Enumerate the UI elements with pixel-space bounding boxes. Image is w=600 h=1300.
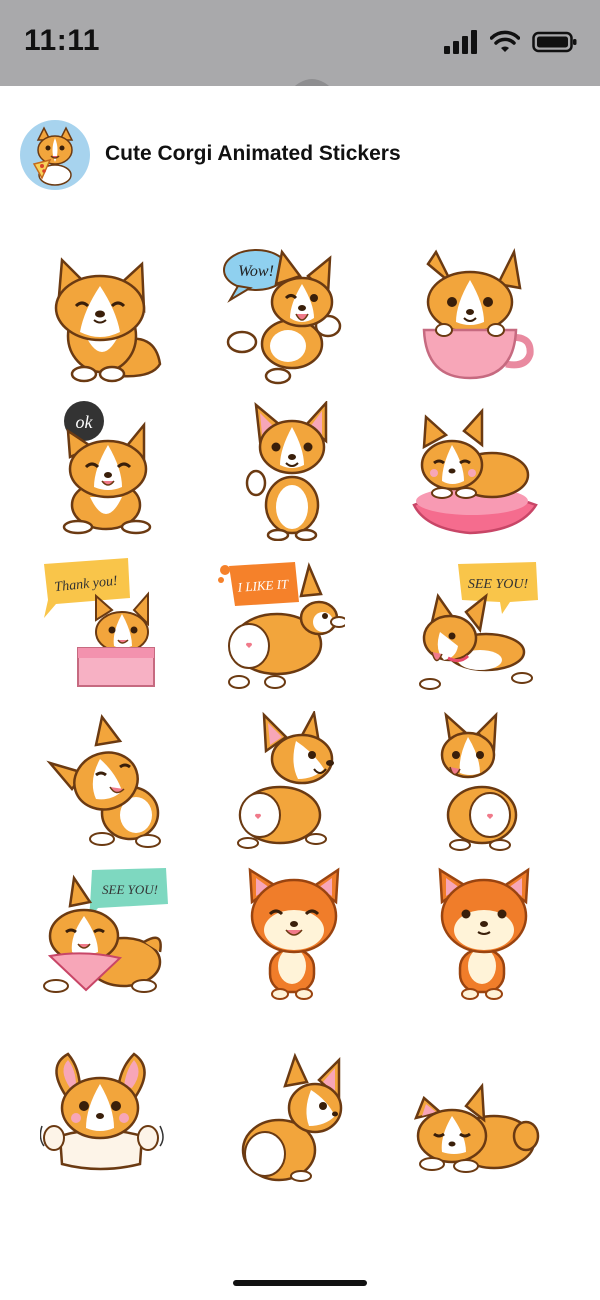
corgi-ok-sticker: ok <box>62 401 152 535</box>
home-indicator <box>233 1280 367 1286</box>
sticker-item[interactable] <box>410 246 540 386</box>
sticker-item[interactable]: Wow! <box>220 246 350 386</box>
sticker-item[interactable] <box>235 1046 365 1186</box>
pack-header: Cute Corgi Animated Stickers <box>0 86 600 221</box>
corgi-on-cushion-sticker <box>412 407 538 535</box>
corgi-pizza-icon <box>32 126 74 186</box>
corgi-sleeping-sticker <box>413 1082 540 1173</box>
sticker-caption: SEE YOU! <box>468 577 529 592</box>
corgi-thank-you-box-sticker: Thank you! <box>44 558 155 687</box>
sticker-item[interactable] <box>410 401 540 541</box>
corgi-in-teacup-sticker <box>422 248 534 380</box>
sticker-caption: ok <box>76 412 94 432</box>
sticker-item[interactable] <box>230 711 360 851</box>
corgi-looking-back-sticker <box>237 711 334 849</box>
pack-icon <box>20 120 90 190</box>
sticker-item[interactable]: Thank you! <box>40 556 170 696</box>
sticker-item[interactable] <box>230 401 360 541</box>
corgi-i-like-it-sticker: I LIKE IT <box>218 562 345 689</box>
battery-icon <box>532 31 577 53</box>
status-time: 11:11 <box>24 24 100 57</box>
corgi-see-you-bandana-sticker: SEE YOU! <box>43 868 168 993</box>
cellular-signal-icon <box>444 30 477 54</box>
corgi-butt-wiggle-sticker <box>440 711 518 851</box>
sticker-item[interactable] <box>230 866 360 1006</box>
pack-title: Cute Corgi Animated Stickers <box>105 142 401 165</box>
shiba-standing-smile-sticker <box>248 867 340 1000</box>
sticker-item[interactable] <box>40 711 170 851</box>
sticker-item[interactable]: ok <box>40 401 170 541</box>
sticker-item[interactable]: SEE YOU! <box>40 866 170 1006</box>
sticker-item[interactable] <box>40 246 170 386</box>
sticker-item[interactable] <box>420 711 550 851</box>
corgi-waving-sticker <box>245 401 328 541</box>
sticker-item[interactable] <box>420 866 550 1006</box>
corgi-wow-jumping-sticker: Wow! <box>223 248 342 385</box>
corgi-see-you-running-sticker: SEE YOU! <box>419 562 538 690</box>
corgi-shrugging-sticker <box>40 1052 164 1171</box>
corgi-tilted-head-sticker <box>46 714 161 848</box>
corgi-sitting-happy-sticker <box>54 257 162 383</box>
sticker-item[interactable] <box>40 1046 170 1186</box>
sticker-item[interactable] <box>410 1046 540 1186</box>
corgi-peeking-over-shoulder-sticker <box>241 1052 343 1182</box>
status-icons <box>444 30 578 54</box>
status-bar: 11:11 <box>0 0 600 96</box>
wifi-icon <box>490 30 520 52</box>
sticker-item[interactable]: SEE YOU! <box>410 556 540 696</box>
sticker-pack-sheet: Cute Corgi Animated Stickers Wow! ok Tha… <box>0 86 600 1300</box>
sticker-caption: Wow! <box>238 263 274 280</box>
sticker-caption: SEE YOU! <box>102 882 158 897</box>
sticker-item[interactable]: I LIKE IT <box>215 556 345 696</box>
shiba-standing-calm-sticker <box>438 867 530 1000</box>
